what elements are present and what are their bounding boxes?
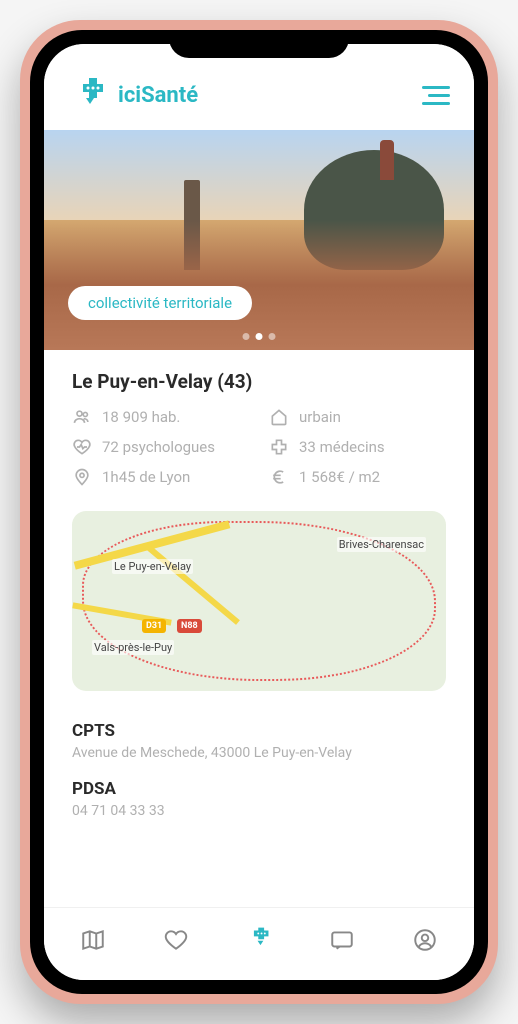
stat-value: 33 médecins — [299, 438, 385, 456]
stat-psych: 72 psychologues — [72, 437, 249, 457]
logo-icon — [68, 76, 112, 114]
hero-image[interactable]: collectivité territoriale — [44, 130, 474, 350]
category-badge: collectivité territoriale — [68, 286, 252, 320]
brand-logo[interactable]: iciSanté — [68, 76, 198, 114]
pin-icon — [72, 467, 92, 487]
stat-value: 1 568€ / m2 — [299, 468, 380, 486]
section-title: PDSA — [72, 779, 446, 799]
app-screen: iciSanté collectivité territoriale Le Pu… — [44, 44, 474, 980]
tab-map[interactable] — [77, 924, 109, 956]
map-label-ne: Brives-Charensac — [337, 537, 426, 552]
menu-icon[interactable] — [422, 86, 450, 105]
euro-icon — [269, 467, 289, 487]
stat-distance: 1h45 de Lyon — [72, 467, 249, 487]
stat-value: 72 psychologues — [102, 438, 215, 456]
tab-favorites[interactable] — [160, 924, 192, 956]
stat-value: 18 909 hab. — [102, 408, 180, 426]
medical-cross-icon — [269, 437, 289, 457]
stat-price: 1 568€ / m2 — [269, 467, 446, 487]
section-text: Avenue de Meschede, 43000 Le Puy-en-Vela… — [72, 745, 446, 761]
phone-bezel: iciSanté collectivité territoriale Le Pu… — [30, 30, 488, 994]
route-badge-d31: D31 — [142, 619, 166, 633]
content-area: Le Puy-en-Velay (43) 18 909 hab. urbain — [44, 350, 474, 907]
tab-messages[interactable] — [326, 924, 358, 956]
tab-bar — [44, 907, 474, 980]
map-label-sw: Vals-près-le-Puy — [92, 640, 174, 655]
route-badge-n88: N88 — [177, 619, 202, 633]
home-icon — [269, 407, 289, 427]
stat-value: urbain — [299, 408, 341, 426]
phone-notch — [169, 30, 349, 58]
section-title: CPTS — [72, 721, 446, 741]
tab-home[interactable] — [243, 924, 275, 956]
brand-name: iciSanté — [118, 83, 198, 108]
section-text: 04 71 04 33 33 — [72, 803, 446, 819]
stat-population: 18 909 hab. — [72, 407, 249, 427]
tab-profile[interactable] — [409, 924, 441, 956]
stats-grid: 18 909 hab. urbain 72 psychologues — [72, 407, 446, 487]
stat-type: urbain — [269, 407, 446, 427]
section-pdsa: PDSA 04 71 04 33 33 — [72, 779, 446, 819]
phone-frame: iciSanté collectivité territoriale Le Pu… — [20, 20, 498, 1004]
carousel-dots[interactable] — [243, 333, 276, 340]
map-preview[interactable]: Le Puy-en-Velay Brives-Charensac Vals-pr… — [72, 511, 446, 691]
page-title: Le Puy-en-Velay (43) — [72, 370, 446, 393]
stat-doctors: 33 médecins — [269, 437, 446, 457]
stat-value: 1h45 de Lyon — [102, 468, 190, 486]
section-cpts: CPTS Avenue de Meschede, 43000 Le Puy-en… — [72, 721, 446, 761]
map-label-main: Le Puy-en-Velay — [112, 559, 193, 574]
heart-icon — [72, 437, 92, 457]
people-icon — [72, 407, 92, 427]
